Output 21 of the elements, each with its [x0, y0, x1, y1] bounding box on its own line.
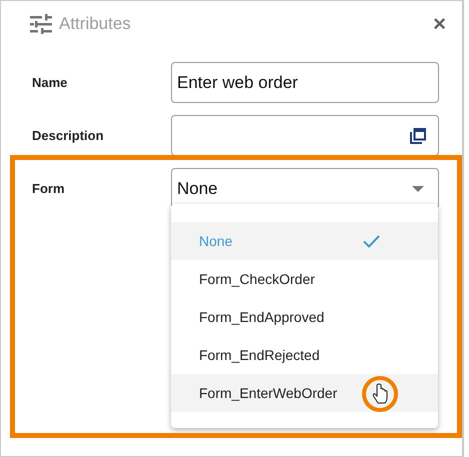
option-label: Form_EndRejected	[199, 347, 320, 363]
field-label: Form	[32, 181, 66, 196]
expand-icon[interactable]	[410, 128, 426, 144]
field-label: Description	[32, 128, 105, 143]
option-label: Form_EndApproved	[199, 309, 324, 325]
option-label: Form_EnterWebOrder	[199, 385, 338, 401]
field-label: Name	[32, 75, 68, 90]
dropdown-option[interactable]: Form_EndRejected	[171, 336, 438, 374]
option-label: None	[199, 233, 232, 249]
description-field[interactable]	[171, 115, 439, 156]
hand-cursor-icon	[362, 374, 398, 414]
close-button[interactable]: ×	[431, 13, 448, 35]
panel-title: Attributes	[59, 14, 132, 34]
sliders-icon	[30, 14, 52, 34]
check-icon	[363, 234, 380, 248]
dropdown-option[interactable]: Form_EnterWebOrder	[171, 374, 438, 412]
name-field[interactable]: Enter web order	[171, 62, 439, 103]
caret-icon	[412, 186, 424, 192]
dropdown-option[interactable]: Form_CheckOrder	[171, 260, 438, 298]
dropdown-option[interactable]: Form_EndApproved	[171, 298, 438, 336]
option-label: Form_CheckOrder	[199, 271, 315, 287]
